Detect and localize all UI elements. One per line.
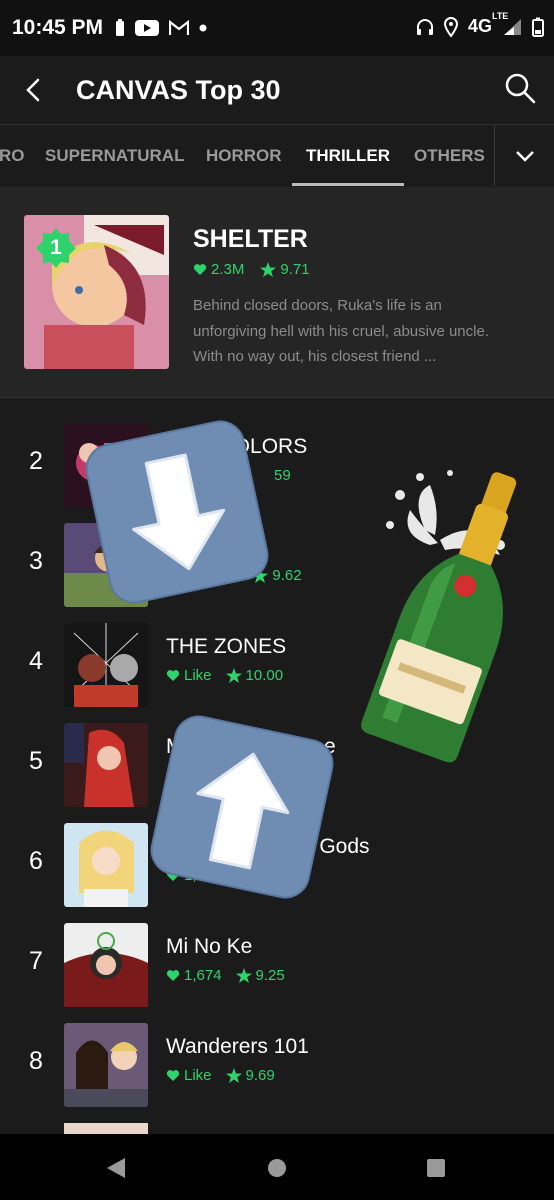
series-title: Mi No Ke <box>166 935 253 958</box>
rank-number: 8 <box>29 1047 43 1075</box>
featured-description: Behind closed doors, Ruka's life is an u… <box>193 297 489 365</box>
rank-number: 6 <box>29 847 43 875</box>
featured-title: SHELTER <box>193 225 308 253</box>
heart-icon <box>166 669 180 682</box>
location-icon <box>443 16 458 37</box>
list-item[interactable]: 8 Wanderers 101 Like 9.69 <box>0 1015 554 1115</box>
featured-stats: 2.3M 9.71 <box>193 261 310 278</box>
tab-horror[interactable]: HORROR <box>206 125 282 186</box>
series-title: THE ZONES <box>166 635 287 658</box>
rank-number: 4 <box>29 647 43 675</box>
status-time: 10:45 PM <box>12 16 104 39</box>
star-icon <box>235 968 252 983</box>
page-title: CANVAS Top 30 <box>76 74 281 105</box>
down-arrow-sticker-icon <box>75 410 280 615</box>
status-bar: 10:45 PM 4G LTE <box>0 0 554 56</box>
star-icon <box>225 668 242 683</box>
series-title: Wanderers 101 <box>166 1035 309 1058</box>
nav-recents-icon[interactable] <box>427 1159 445 1177</box>
gmail-icon <box>169 20 190 36</box>
nav-home-icon[interactable] <box>267 1158 287 1178</box>
series-stats: Like 10.00 <box>166 667 283 684</box>
headphones-icon <box>416 18 434 36</box>
series-rating: 10.00 <box>245 667 284 684</box>
rank-number: 7 <box>29 947 43 975</box>
genre-tabs: RO SUPERNATURAL HORROR THRILLER OTHERS <box>0 124 554 188</box>
battery-saver-icon <box>115 19 125 37</box>
series-rating: 9.25 <box>255 967 285 984</box>
app-bar: CANVAS Top 30 <box>0 56 554 124</box>
series-thumbnail[interactable] <box>64 623 148 707</box>
back-arrow-icon[interactable] <box>22 78 46 102</box>
star-icon <box>260 262 277 277</box>
nav-back-icon[interactable] <box>105 1157 127 1179</box>
star-icon <box>225 1068 242 1083</box>
featured-likes: 2.3M <box>211 261 245 278</box>
series-likes: Like <box>184 667 212 684</box>
system-nav-bar <box>0 1134 554 1200</box>
series-thumbnail[interactable] <box>64 1023 148 1107</box>
rank-number: 3 <box>29 547 43 575</box>
series-likes: 1,674 <box>184 967 222 984</box>
rank-number: 5 <box>29 747 43 775</box>
series-thumbnail[interactable] <box>64 923 148 1007</box>
champagne-bottle-icon <box>330 455 530 765</box>
network-lte: LTE <box>491 11 509 21</box>
rank-number: 2 <box>29 447 43 475</box>
tab-supernatural[interactable]: SUPERNATURAL <box>45 125 184 186</box>
youtube-icon <box>135 19 160 37</box>
series-likes: Like <box>184 1067 212 1084</box>
series-stats: Like 9.69 <box>166 1067 275 1084</box>
next-thumbnail-peek <box>64 1123 148 1134</box>
chevron-down-icon <box>515 150 535 162</box>
search-icon[interactable] <box>504 72 536 104</box>
tab-others[interactable]: OTHERS <box>414 125 485 186</box>
notification-dot-icon <box>199 24 207 32</box>
featured-series[interactable]: SHELTER 2.3M 9.71 Behind closed doors, R… <box>0 187 554 398</box>
heart-icon <box>193 263 207 276</box>
heart-icon <box>166 1069 180 1082</box>
tab-thriller[interactable]: THRILLER <box>291 125 405 186</box>
featured-rating: 9.71 <box>280 261 310 278</box>
series-thumbnail[interactable] <box>64 823 148 907</box>
up-arrow-sticker-icon <box>140 705 345 910</box>
heart-icon <box>166 969 180 982</box>
battery-icon <box>532 17 544 37</box>
series-rating: 9.69 <box>245 1067 275 1084</box>
featured-rank: 1 <box>50 236 62 259</box>
tab-ro[interactable]: RO <box>0 125 25 186</box>
series-thumbnail[interactable] <box>64 723 148 807</box>
list-item[interactable]: 7 Mi No Ke 1,674 9.25 <box>0 915 554 1015</box>
tabs-expand-button[interactable] <box>494 125 554 186</box>
series-stats: 1,674 9.25 <box>166 967 285 984</box>
network-type: 4G <box>467 16 492 36</box>
